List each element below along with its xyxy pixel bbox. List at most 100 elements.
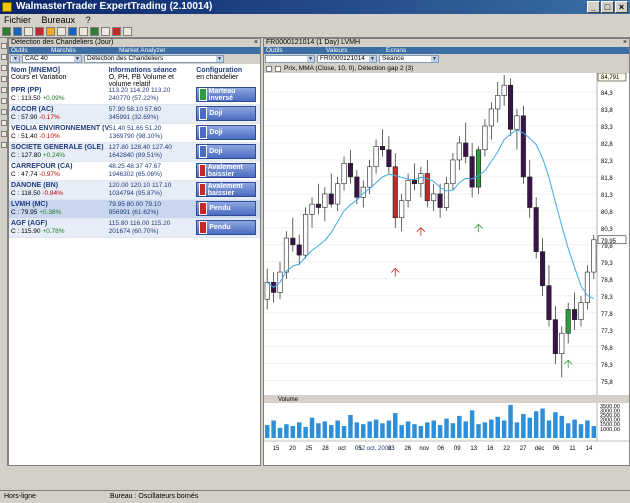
volume-bar: [405, 421, 411, 438]
tool-icon[interactable]: [1, 120, 7, 126]
volume-bar: [399, 425, 404, 438]
session-volume: 201674 (60.70%): [108, 228, 159, 235]
volume-pane-label: Volume: [278, 397, 299, 403]
pattern-badge[interactable]: Avalement baissier: [196, 182, 257, 197]
volume-bar: [469, 410, 475, 438]
candle-body: [450, 159, 456, 185]
volume-bar: [328, 425, 334, 438]
toolbar-icon[interactable]: [57, 27, 66, 36]
date-tick-label: 22: [503, 446, 510, 452]
tool-icon[interactable]: [1, 131, 7, 137]
window-titlebar: WalmasterTrader ExpertTrading (2.10014) …: [0, 0, 630, 14]
toolbar-icon[interactable]: [13, 27, 22, 36]
tools-button[interactable]: [10, 55, 20, 63]
toolbar-icon[interactable]: [79, 27, 88, 36]
toolbar-icon[interactable]: [112, 27, 121, 36]
label-outils: Outils: [11, 47, 28, 54]
menu-fichier[interactable]: Fichier: [4, 15, 31, 25]
stock-variation: -0.10%: [39, 133, 60, 140]
tool-icon[interactable]: [1, 43, 7, 49]
menu-bureaux[interactable]: Bureaux: [42, 15, 76, 25]
stock-row[interactable]: DANONE (BN) C : 118.50 -0.84% 120.00 120…: [9, 181, 260, 200]
stock-name: CARREFOUR (CA): [11, 163, 73, 170]
tool-icon[interactable]: [1, 98, 7, 104]
toolbar-icon[interactable]: [46, 27, 55, 36]
volume-bar: [316, 423, 321, 438]
pattern-badge[interactable]: Avalement baissier: [196, 163, 257, 178]
pattern-label: Doji: [209, 110, 223, 117]
candle-body: [520, 115, 526, 178]
stock-row[interactable]: ACCOR (AC) C : 57.90 -0.17% 57.90 58.10 …: [9, 105, 260, 124]
tool-icon[interactable]: [1, 65, 7, 71]
tool-icon[interactable]: [1, 87, 7, 93]
toolbar-icon[interactable]: [68, 27, 77, 36]
stock-row[interactable]: LVMH (MC) C : 79.95 +0.38% 79.95 80.00 7…: [9, 200, 260, 219]
stock-variation: +0.78%: [42, 228, 65, 235]
close-icon[interactable]: ×: [623, 39, 627, 47]
close-icon[interactable]: ×: [254, 39, 258, 47]
col-name-header[interactable]: Nom [MNEMO]: [11, 67, 109, 74]
tools-button[interactable]: [265, 55, 315, 63]
pattern-badge[interactable]: Doji: [196, 144, 257, 159]
toolbar-icon[interactable]: [24, 27, 33, 36]
pattern-badge[interactable]: Pendu: [196, 201, 257, 216]
volume-bar: [354, 422, 360, 438]
stock-close: C : 127.80: [11, 152, 41, 159]
pattern-badge[interactable]: Pendu: [196, 220, 257, 235]
volume-bar: [578, 424, 584, 438]
valeur-select[interactable]: FR0000121014: [317, 55, 377, 63]
price-tick-label: 81,3: [601, 193, 613, 199]
app-icon: [2, 2, 12, 12]
volume-bar: [476, 424, 481, 438]
maximize-button[interactable]: □: [601, 1, 614, 13]
pattern-badge[interactable]: Marteau inversé: [196, 87, 257, 102]
col-config-sub: en chandelier: [196, 74, 239, 81]
stock-name: PPR (PP): [11, 87, 42, 94]
toolbar-icon[interactable]: [35, 27, 44, 36]
settings-chart-icon[interactable]: [275, 65, 281, 72]
pattern-badge[interactable]: Doji: [196, 106, 257, 121]
stock-row[interactable]: AGF (AGF) C : 115.90 +0.78% 115.80 116.0…: [9, 219, 260, 238]
volume-bar: [425, 422, 430, 438]
col-info-header[interactable]: Informations séance: [109, 67, 197, 74]
stock-name: DANONE (BN): [11, 182, 59, 189]
market-select[interactable]: CAC 40: [22, 55, 82, 63]
stock-close: C : 115.90: [11, 228, 41, 235]
stock-row[interactable]: VEOLIA ENVIRONNEMENT (VIE) C : 51.40 -0.…: [9, 124, 260, 143]
toolbar-icon[interactable]: [123, 27, 132, 36]
tool-icon[interactable]: [1, 76, 7, 82]
minimize-chart-icon[interactable]: [266, 65, 272, 72]
date-tick-label: nov: [419, 446, 429, 452]
stock-name: AGF (AGF): [11, 220, 48, 227]
candle-body: [411, 180, 418, 185]
stock-close: C : 47.74: [11, 171, 38, 178]
chart-area[interactable]: 84,3 83,8 83,3 82,8 82,3 81,8 81,3 80,8 80,3 79,8…: [264, 72, 629, 465]
menu-help[interactable]: ?: [86, 15, 91, 25]
volume-bar: [463, 421, 468, 438]
volume-bar: [348, 414, 353, 438]
toolbar-icon[interactable]: [90, 27, 99, 36]
candlestick-chart[interactable]: 84,383,883,382,882,381,881,380,880,379,8…: [264, 72, 629, 465]
stock-row[interactable]: CARREFOUR (CA) C : 47.74 -0.97% 48.25 48…: [9, 162, 260, 181]
close-button[interactable]: ×: [615, 1, 628, 13]
volume-bar: [482, 422, 488, 438]
minimize-button[interactable]: _: [587, 1, 600, 13]
pattern-badge[interactable]: Doji: [196, 125, 257, 140]
analyzer-select[interactable]: Détection des Chandeliers: [84, 55, 224, 63]
label-marches: Marchés: [51, 47, 76, 54]
toolbar-icon[interactable]: [101, 27, 110, 36]
candle-body: [399, 200, 405, 219]
tool-icon[interactable]: [1, 109, 7, 115]
candle-pattern-icon: [199, 145, 208, 158]
ecran-select[interactable]: Séance: [379, 55, 439, 63]
tool-icon[interactable]: [1, 54, 7, 60]
toolbar-icon[interactable]: [2, 27, 11, 36]
stock-row[interactable]: PPR (PP) C : 113.50 +0.09% 113.20 114.20…: [9, 86, 260, 105]
volume-bar: [277, 427, 283, 438]
col-config-header[interactable]: Configuration: [196, 67, 258, 74]
price-tick-label: 84,3: [601, 91, 613, 97]
session-ohl: 48.25 48.37 47.67: [108, 163, 162, 170]
session-ohl: 57.90 58.10 57.60: [108, 106, 162, 113]
tool-icon[interactable]: [1, 142, 7, 148]
stock-row[interactable]: SOCIETE GENERALE (GLE) C : 127.80 +0.24%…: [9, 143, 260, 162]
